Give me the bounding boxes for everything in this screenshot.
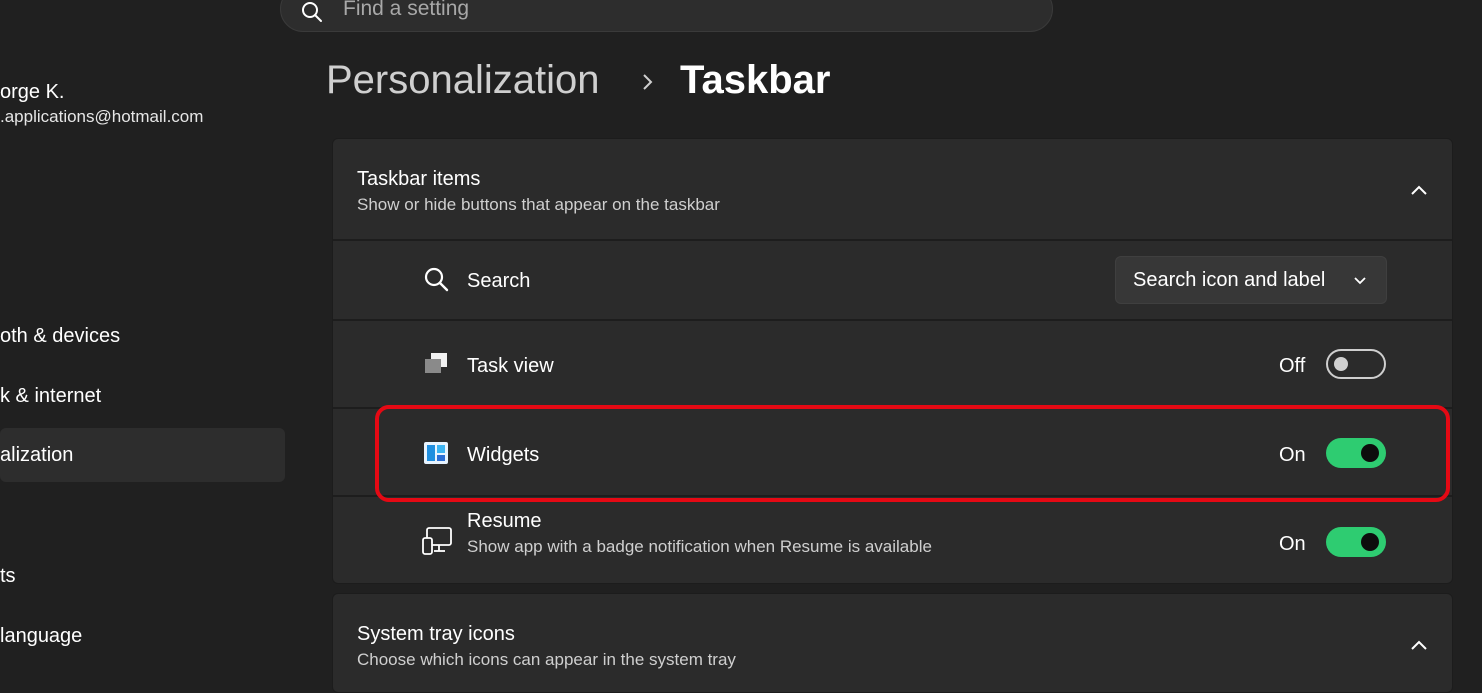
row-label: Resume <box>467 510 542 532</box>
widgets-toggle[interactable] <box>1326 438 1386 468</box>
search-mode-dropdown[interactable]: Search icon and label <box>1115 256 1387 304</box>
search-icon <box>424 267 449 292</box>
search-icon <box>302 2 322 22</box>
section-subtitle: Choose which icons can appear in the sys… <box>357 650 736 669</box>
page-title: Taskbar <box>680 58 831 102</box>
dropdown-value: Search icon and label <box>1133 269 1326 291</box>
task-view-row: Task view Off <box>333 321 1452 409</box>
settings-search-box[interactable]: Find a setting <box>280 0 1053 32</box>
sidebar-item-network-internet[interactable]: k & internet <box>0 369 285 423</box>
user-email: .applications@hotmail.com <box>0 107 204 126</box>
toggle-state-label: On <box>1279 533 1306 555</box>
system-tray-icons-card[interactable]: System tray icons Choose which icons can… <box>332 593 1453 693</box>
toggle-state-label: Off <box>1279 355 1306 377</box>
task-view-toggle[interactable] <box>1326 349 1386 379</box>
chevron-right-icon <box>643 74 653 90</box>
maximize-icon[interactable] <box>1378 0 1396 10</box>
sidebar-item-label: language <box>0 624 83 647</box>
toggle-knob <box>1361 444 1379 462</box>
sidebar-item-label: alization <box>0 443 74 466</box>
widgets-icon <box>424 442 448 464</box>
resume-toggle[interactable] <box>1326 527 1386 557</box>
taskbar-items-card: Taskbar items Show or hide buttons that … <box>332 138 1453 584</box>
chevron-down-icon <box>1354 277 1366 285</box>
taskbar-items-header[interactable]: Taskbar items Show or hide buttons that … <box>333 139 1452 241</box>
task-view-icon <box>425 353 447 373</box>
section-subtitle: Show or hide buttons that appear on the … <box>357 195 720 214</box>
row-label: Search <box>467 270 531 292</box>
chevron-up-icon[interactable] <box>1409 184 1429 196</box>
sidebar-item-label: oth & devices <box>0 324 121 347</box>
search-placeholder: Find a setting <box>343 0 470 20</box>
user-name: orge K. <box>0 81 65 103</box>
row-subtitle: Show app with a badge notification when … <box>467 537 932 556</box>
resume-row: Resume Show app with a badge notificatio… <box>333 497 1452 585</box>
toggle-knob <box>1334 357 1348 371</box>
close-icon[interactable] <box>1447 0 1465 10</box>
sidebar-item-label: ts <box>0 564 16 587</box>
sidebar-item-bluetooth-devices[interactable]: oth & devices <box>0 309 285 363</box>
sidebar-item-personalization[interactable]: alization <box>0 428 285 482</box>
search-row: Search Search icon and label <box>333 241 1452 321</box>
sidebar-item-accounts[interactable]: ts <box>0 549 285 603</box>
widgets-row: Widgets On <box>333 409 1452 497</box>
resume-icon <box>422 527 452 555</box>
section-title: System tray icons <box>357 623 515 645</box>
row-label: Task view <box>467 355 554 377</box>
section-title: Taskbar items <box>357 168 481 190</box>
sidebar-item-time-language[interactable]: language <box>0 609 285 663</box>
sidebar-item-label: k & internet <box>0 384 102 407</box>
row-label: Widgets <box>467 444 540 466</box>
breadcrumb-parent[interactable]: Personalization <box>326 58 600 103</box>
toggle-state-label: On <box>1279 444 1306 466</box>
toggle-knob <box>1361 533 1379 551</box>
chevron-up-icon[interactable] <box>1409 639 1429 651</box>
